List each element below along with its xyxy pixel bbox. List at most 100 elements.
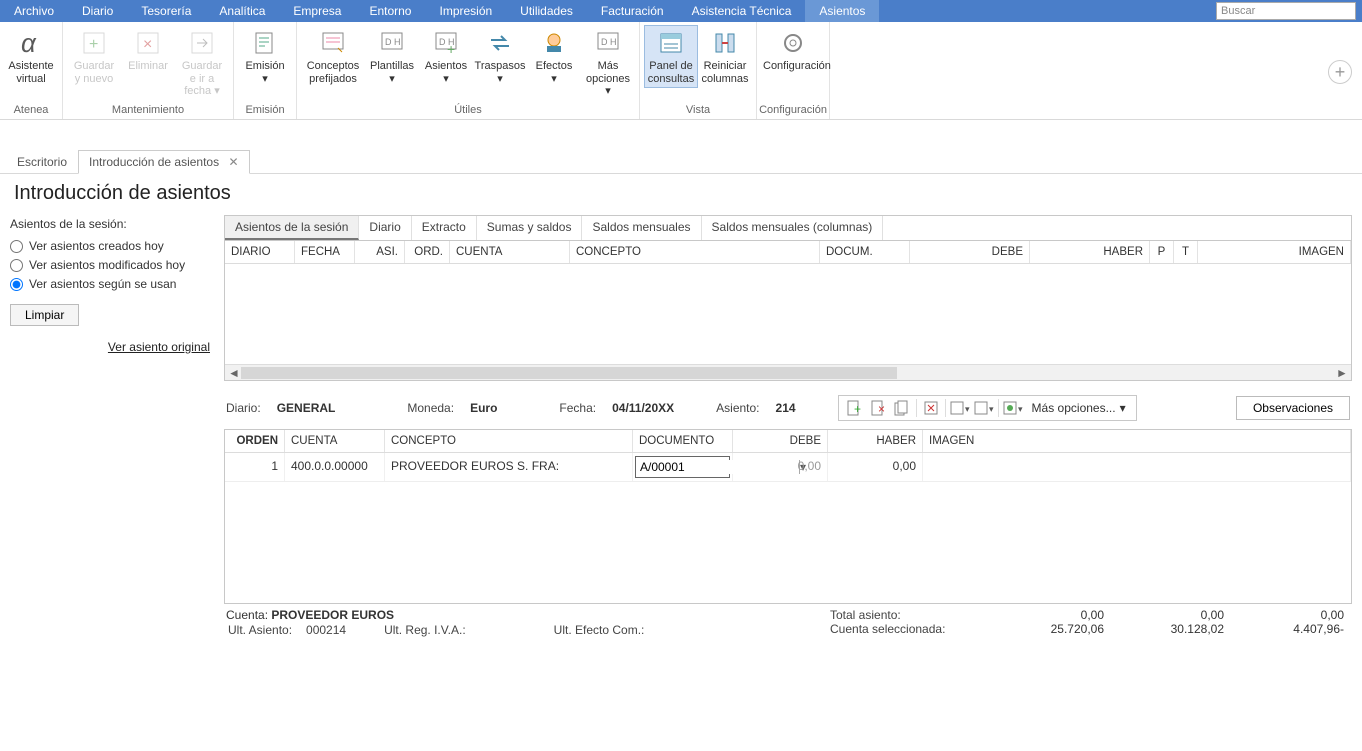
cell-cuenta[interactable]: 400.0.0.00000 bbox=[285, 453, 385, 481]
col-p[interactable]: P bbox=[1150, 241, 1174, 263]
ecol-imagen[interactable]: IMAGEN bbox=[923, 430, 1351, 452]
ribbon-asientos[interactable]: D H+ Asientos▾ bbox=[419, 25, 473, 88]
tb-new-icon[interactable]: + bbox=[843, 398, 865, 418]
templates-icon: D H bbox=[377, 28, 407, 58]
close-icon[interactable]: ✕ bbox=[228, 155, 238, 169]
consult-tab-sesion[interactable]: Asientos de la sesión bbox=[225, 216, 359, 240]
col-t[interactable]: T bbox=[1174, 241, 1198, 263]
col-asi[interactable]: ASI. bbox=[355, 241, 405, 263]
svg-text:D H: D H bbox=[385, 37, 401, 47]
ribbon-asistente-virtual[interactable]: α Asistente virtual bbox=[4, 25, 58, 88]
tb-dd1-icon[interactable]: ▾ bbox=[949, 398, 971, 418]
ribbon: α Asistente virtual Atenea + Guardar y n… bbox=[0, 22, 1362, 120]
ribbon-configuracion[interactable]: Configuración bbox=[761, 25, 825, 76]
ecol-documento[interactable]: DOCUMENTO bbox=[633, 430, 733, 452]
horizontal-scrollbar[interactable]: ◄ ► bbox=[225, 364, 1351, 380]
col-docum[interactable]: DOCUM. bbox=[820, 241, 910, 263]
col-cuenta[interactable]: CUENTA bbox=[450, 241, 570, 263]
col-fecha[interactable]: FECHA bbox=[295, 241, 355, 263]
tb-mas-opciones[interactable]: Más opciones...▾ bbox=[1026, 401, 1132, 415]
cell-debe[interactable]: 0,00 bbox=[733, 453, 828, 481]
ribbon-guardar-fecha[interactable]: Guardar e ir a fecha ▾ bbox=[175, 25, 229, 101]
concepts-icon bbox=[318, 28, 348, 58]
menu-asistencia[interactable]: Asistencia Técnica bbox=[678, 0, 806, 22]
ecol-debe[interactable]: DEBE bbox=[733, 430, 828, 452]
radio-modificados-hoy[interactable]: Ver asientos modificados hoy bbox=[10, 258, 210, 272]
scroll-thumb[interactable] bbox=[241, 367, 897, 379]
ribbon-reiniciar-columnas[interactable]: Reiniciar columnas bbox=[698, 25, 752, 88]
ribbon-group-mantenimiento: Mantenimiento bbox=[63, 102, 233, 119]
cell-documento[interactable]: ▾ bbox=[633, 453, 733, 481]
col-concepto[interactable]: CONCEPTO bbox=[570, 241, 820, 263]
ver-asiento-original-link[interactable]: Ver asiento original bbox=[10, 340, 210, 354]
total-asiento-v3: 0,00 bbox=[1230, 608, 1350, 622]
entry-row[interactable]: 1 400.0.0.00000 PROVEEDOR EUROS S. FRA: … bbox=[225, 453, 1351, 482]
ecol-orden[interactable]: ORDEN bbox=[225, 430, 285, 452]
ribbon-plantillas[interactable]: D H Plantillas▾ bbox=[365, 25, 419, 88]
radio-creados-hoy[interactable]: Ver asientos creados hoy bbox=[10, 239, 210, 253]
ecol-concepto[interactable]: CONCEPTO bbox=[385, 430, 633, 452]
asientos-icon: D H+ bbox=[431, 28, 461, 58]
svg-text:▾: ▾ bbox=[1018, 404, 1023, 414]
col-imagen[interactable]: IMAGEN bbox=[1198, 241, 1351, 263]
radio-segun-usan[interactable]: Ver asientos según se usan bbox=[10, 277, 210, 291]
ws-tab-introduccion[interactable]: Introducción de asientos ✕ bbox=[78, 150, 250, 174]
total-asiento-label: Total asiento: bbox=[830, 608, 990, 622]
ult-asiento-value: 000214 bbox=[306, 623, 346, 637]
consult-grid-body bbox=[225, 264, 1351, 364]
ribbon-guardar-nuevo[interactable]: + Guardar y nuevo bbox=[67, 25, 121, 88]
menu-empresa[interactable]: Empresa bbox=[279, 0, 355, 22]
cell-imagen[interactable] bbox=[923, 453, 1351, 481]
total-asiento-v2: 0,00 bbox=[1110, 608, 1230, 622]
col-haber[interactable]: HABER bbox=[1030, 241, 1150, 263]
gear-icon bbox=[778, 28, 808, 58]
chevron-down-icon: ▾ bbox=[262, 73, 268, 85]
ribbon-mas-opciones[interactable]: D H Más opciones ▾ bbox=[581, 25, 635, 101]
cell-haber[interactable]: 0,00 bbox=[828, 453, 923, 481]
tb-remove-icon[interactable] bbox=[920, 398, 942, 418]
footer-cuenta-label: Cuenta: bbox=[226, 608, 268, 622]
save-new-icon: + bbox=[79, 28, 109, 58]
ribbon-group-atenea: Atenea bbox=[0, 102, 62, 119]
chevron-down-icon: ▾ bbox=[214, 85, 220, 97]
menu-impresion[interactable]: Impresión bbox=[425, 0, 506, 22]
ribbon-emision[interactable]: Emisión▾ bbox=[238, 25, 292, 88]
menu-utilidades[interactable]: Utilidades bbox=[506, 0, 587, 22]
scroll-left-icon[interactable]: ◄ bbox=[227, 366, 241, 380]
ws-tab-escritorio[interactable]: Escritorio bbox=[6, 150, 78, 173]
observaciones-button[interactable]: Observaciones bbox=[1236, 396, 1350, 420]
menu-tesoreria[interactable]: Tesorería bbox=[127, 0, 205, 22]
consult-tab-saldos-mens[interactable]: Saldos mensuales bbox=[582, 216, 701, 240]
search-input[interactable]: Buscar bbox=[1216, 2, 1356, 20]
ribbon-conceptos[interactable]: Conceptos prefijados bbox=[301, 25, 365, 88]
footer-cuenta-value: PROVEEDOR EUROS bbox=[271, 608, 394, 622]
cell-concepto[interactable]: PROVEEDOR EUROS S. FRA: bbox=[385, 453, 633, 481]
menu-entorno[interactable]: Entorno bbox=[355, 0, 425, 22]
ecol-haber[interactable]: HABER bbox=[828, 430, 923, 452]
scroll-right-icon[interactable]: ► bbox=[1335, 366, 1349, 380]
tb-copy-icon[interactable] bbox=[891, 398, 913, 418]
ribbon-eliminar[interactable]: × Eliminar bbox=[121, 25, 175, 76]
consult-tab-saldos-col[interactable]: Saldos mensuales (columnas) bbox=[702, 216, 884, 240]
consult-tab-sumas[interactable]: Sumas y saldos bbox=[477, 216, 583, 240]
tb-delete-icon[interactable]: × bbox=[867, 398, 889, 418]
ribbon-efectos[interactable]: Efectos▾ bbox=[527, 25, 581, 88]
menu-facturacion[interactable]: Facturación bbox=[587, 0, 678, 22]
menu-analitica[interactable]: Analítica bbox=[205, 0, 279, 22]
add-tab-button[interactable]: + bbox=[1328, 60, 1352, 84]
menu-diario[interactable]: Diario bbox=[68, 0, 127, 22]
ecol-cuenta[interactable]: CUENTA bbox=[285, 430, 385, 452]
col-ord[interactable]: ORD. bbox=[405, 241, 450, 263]
asiento-value: 214 bbox=[776, 401, 796, 415]
menu-archivo[interactable]: Archivo bbox=[0, 0, 68, 22]
tb-dd2-icon[interactable]: ▾ bbox=[973, 398, 995, 418]
limpiar-button[interactable]: Limpiar bbox=[10, 304, 79, 326]
ribbon-panel-consultas[interactable]: Panel de consultas bbox=[644, 25, 698, 88]
col-diario[interactable]: DIARIO bbox=[225, 241, 295, 263]
ribbon-traspasos[interactable]: Traspasos▾ bbox=[473, 25, 527, 88]
consult-tab-diario[interactable]: Diario bbox=[359, 216, 411, 240]
tb-dd3-icon[interactable]: ▾ bbox=[1002, 398, 1024, 418]
col-debe[interactable]: DEBE bbox=[910, 241, 1030, 263]
menu-asientos[interactable]: Asientos bbox=[805, 0, 879, 22]
consult-tab-extracto[interactable]: Extracto bbox=[412, 216, 477, 240]
